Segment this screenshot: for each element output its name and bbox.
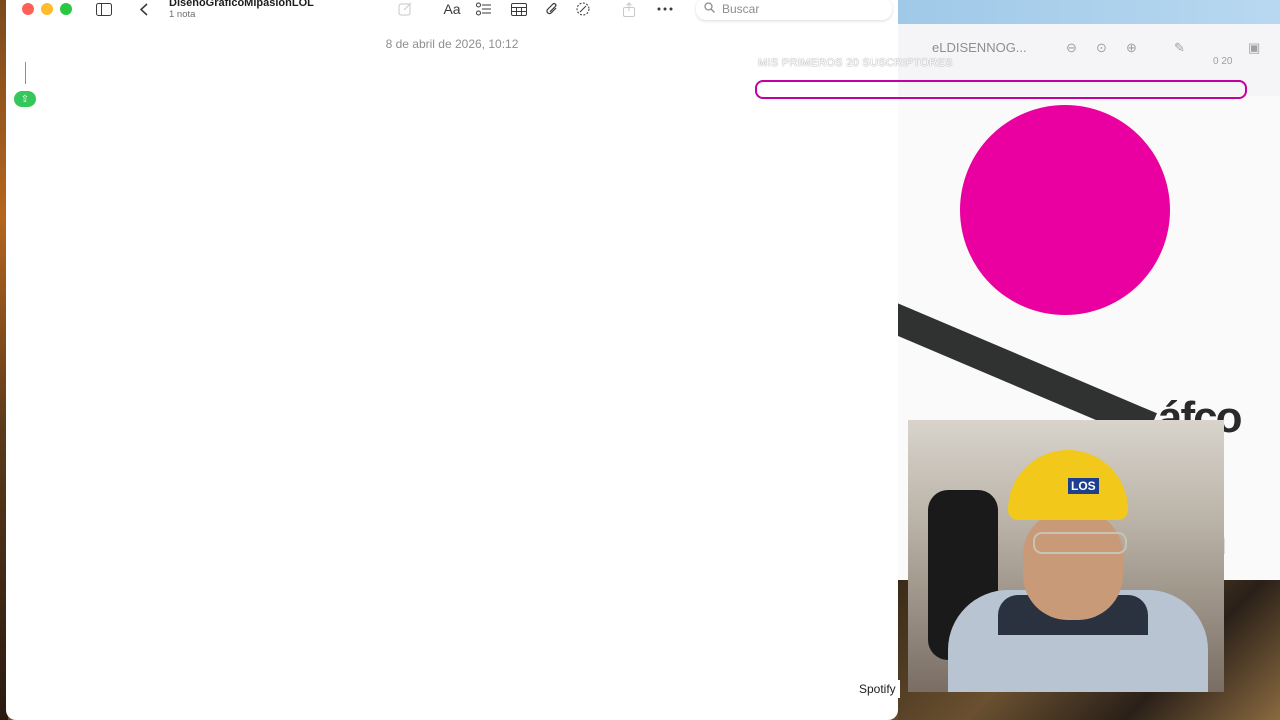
pen-icon[interactable]: ✎ bbox=[1174, 40, 1185, 56]
checklist-icon[interactable] bbox=[473, 0, 495, 18]
share-icon[interactable] bbox=[618, 0, 640, 18]
webcam-cap-logo: LOS bbox=[1068, 478, 1099, 494]
close-button[interactable] bbox=[22, 3, 34, 15]
design-doc-title[interactable]: eLDISENNOG... bbox=[932, 40, 1027, 55]
collaboration-badge-icon[interactable]: ⇧ bbox=[14, 91, 36, 107]
window-controls bbox=[22, 3, 72, 15]
note-count: 1 nota bbox=[169, 9, 196, 20]
more-icon[interactable] bbox=[654, 0, 676, 18]
note-date: 8 de abril de 2026, 10:12 bbox=[385, 37, 519, 51]
magenta-circle-shape[interactable] bbox=[960, 105, 1170, 315]
search-icon bbox=[704, 0, 718, 18]
sidebar-toggle-icon[interactable] bbox=[94, 0, 114, 18]
webcam-glasses bbox=[1033, 532, 1127, 554]
table-icon[interactable] bbox=[508, 0, 530, 18]
dock-tooltip: Spotify bbox=[855, 680, 900, 698]
minimize-button[interactable] bbox=[41, 3, 53, 15]
webcam-face bbox=[1023, 510, 1123, 620]
highlight-box bbox=[755, 80, 1247, 99]
webcam-overlay: LOS bbox=[908, 420, 1224, 692]
folder-header: DisenoGraficoMipasionLOL 1 nota bbox=[169, 0, 314, 21]
compose-icon[interactable] bbox=[394, 0, 416, 18]
banner-text: MIS PRIMEROS 20 SUSCRIPTORES bbox=[758, 57, 953, 69]
subscriber-counter: 0 20 bbox=[1213, 56, 1233, 67]
image-icon[interactable]: ▣ bbox=[1248, 40, 1260, 56]
search-field[interactable]: Buscar bbox=[696, 0, 892, 20]
text-cursor[interactable] bbox=[25, 62, 26, 84]
format-icon[interactable]: Aa bbox=[441, 0, 463, 18]
zoom-in-icon[interactable]: ⊕ bbox=[1126, 40, 1137, 56]
search-placeholder: Buscar bbox=[722, 2, 760, 16]
zoom-out-icon[interactable]: ⊖ bbox=[1066, 40, 1077, 56]
folder-title: DisenoGraficoMipasionLOL bbox=[169, 0, 314, 9]
zoom-fit-icon[interactable]: ⊙ bbox=[1096, 40, 1107, 56]
notes-window: DisenoGraficoMipasionLOL 1 nota Aa Busca… bbox=[6, 0, 898, 720]
attachment-icon[interactable] bbox=[541, 0, 563, 18]
collaborate-icon[interactable] bbox=[572, 0, 594, 18]
back-chevron-icon[interactable] bbox=[134, 0, 154, 18]
design-app-titlebar bbox=[898, 0, 1280, 24]
zoom-button[interactable] bbox=[60, 3, 72, 15]
